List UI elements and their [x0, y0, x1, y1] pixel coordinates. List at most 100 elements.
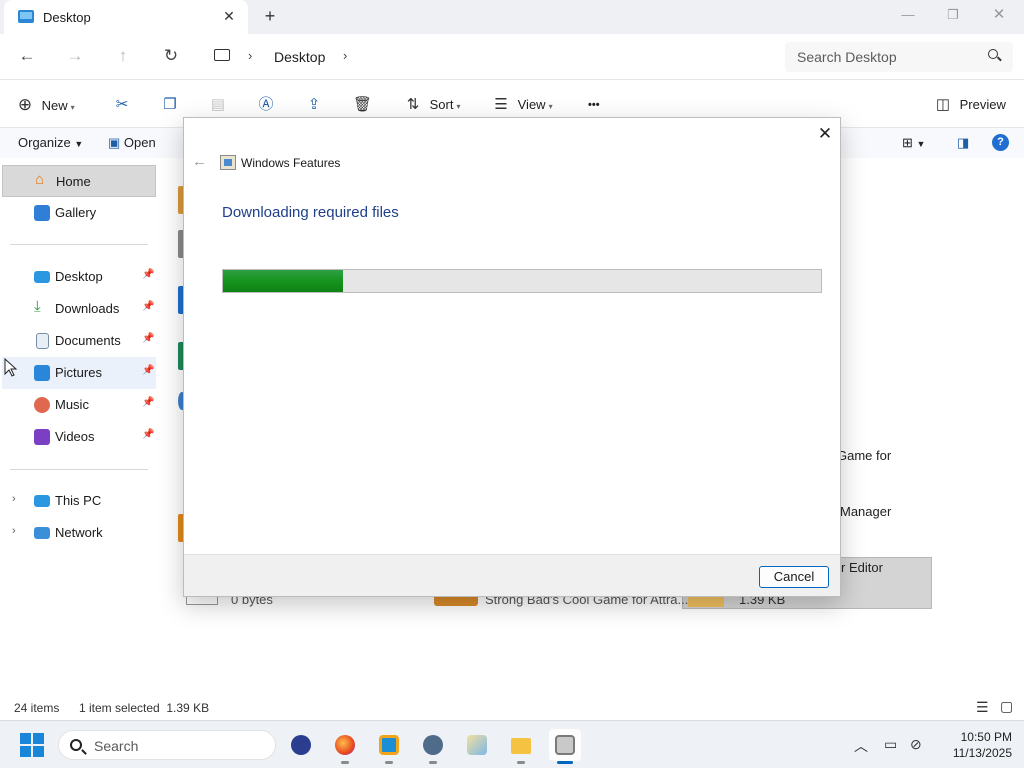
taskbar-app-remote-desktop[interactable] [373, 729, 405, 764]
music-icon [34, 397, 50, 413]
tab-close-icon[interactable]: ✕ [218, 5, 240, 27]
up-icon[interactable]: ↑ [109, 43, 137, 69]
open-label: Open [123, 135, 156, 150]
close-window-icon[interactable]: ✕ [976, 0, 1022, 30]
scissors-icon: ✂ [115, 96, 129, 113]
preview-button[interactable]: ◫ Preview [934, 94, 1006, 116]
view-button[interactable]: ☰ View ▾ [492, 94, 552, 116]
back-arrow-icon[interactable]: ← [192, 153, 207, 170]
chevron-up-icon[interactable]: ︿ [854, 736, 868, 756]
sidebar-item-label: Gallery [55, 205, 97, 220]
chevron-right-icon[interactable]: › [12, 525, 16, 537]
sidebar-item-gallery[interactable]: Gallery [2, 197, 156, 229]
pin-icon: 📌 [142, 269, 155, 280]
restore-icon[interactable]: ❐ [930, 0, 976, 30]
taskbar-app-globe[interactable] [285, 729, 317, 761]
start-button[interactable] [20, 733, 44, 757]
sidebar-item-label: Music [55, 397, 89, 412]
file-name-fragment[interactable]: Game for [837, 448, 891, 463]
new-button[interactable]: ⊕ New ▾ [16, 94, 75, 116]
system-clock[interactable]: 10:50 PM 11/13/2025 [938, 729, 1012, 761]
taskbar-app-paint[interactable] [461, 729, 493, 761]
tiles-view-icon[interactable]: ▢ [1000, 698, 1013, 715]
sidebar-item-home[interactable]: ⌂ Home [2, 165, 156, 197]
sidebar-item-label: Desktop [55, 269, 103, 284]
pin-icon: 📌 [142, 365, 155, 376]
dialog-close-icon[interactable]: ✕ [814, 123, 836, 145]
organize-label: Organize [18, 135, 71, 150]
share-button[interactable]: ⇪ [305, 94, 323, 116]
tab-desktop[interactable]: Desktop ✕ [4, 0, 248, 34]
paste-button[interactable]: ▤ [209, 94, 227, 116]
back-icon[interactable]: ← [13, 43, 41, 69]
details-pane-icon[interactable]: ◨ [957, 135, 969, 151]
display-icon[interactable]: ▭ [884, 736, 897, 753]
taskbar-search-box[interactable]: Search [58, 730, 276, 760]
sidebar-item-documents[interactable]: Documents 📌 [2, 325, 156, 357]
taskbar-app-file-explorer[interactable] [505, 729, 537, 764]
open-button[interactable]: ▣ Open [108, 135, 156, 151]
organize-button[interactable]: Organize ▼ [18, 135, 83, 150]
running-indicator [517, 761, 525, 764]
new-label: New [41, 98, 68, 113]
sidebar-item-network[interactable]: › Network [2, 517, 156, 549]
chevron-right-icon[interactable]: › [12, 493, 16, 505]
sidebar-item-videos[interactable]: Videos 📌 [2, 421, 156, 453]
help-icon[interactable]: ? [992, 134, 1009, 151]
cancel-button[interactable]: Cancel [759, 566, 829, 588]
network-status-icon[interactable]: ⊘ [910, 736, 922, 753]
sidebar-item-music[interactable]: Music 📌 [2, 389, 156, 421]
delete-button[interactable]: 🗑 [353, 94, 372, 116]
new-tab-icon[interactable]: + [258, 5, 282, 27]
more-options-button[interactable]: ••• [588, 94, 600, 116]
taskbar-search-placeholder: Search [94, 738, 139, 754]
search-input[interactable]: Search Desktop [785, 42, 1013, 72]
navigation-pane: ⌂ Home Gallery Desktop 📌 ⤓ Downloads 📌 D… [0, 158, 160, 688]
sidebar-item-label: Pictures [55, 365, 102, 380]
share-icon: ⇪ [307, 96, 321, 113]
refresh-icon[interactable]: ↻ [157, 43, 185, 69]
sidebar-divider [10, 244, 148, 245]
sidebar-item-downloads[interactable]: ⤓ Downloads 📌 [2, 293, 156, 325]
paste-icon: ▤ [210, 96, 226, 113]
paint-icon [467, 735, 487, 755]
file-name-fragment[interactable]: Manager [840, 504, 891, 519]
details-view-icon[interactable]: ☰ [976, 699, 989, 716]
sidebar-item-this-pc[interactable]: › This PC [2, 485, 156, 517]
cut-button[interactable]: ✂ [113, 94, 131, 116]
dialog-title: Windows Features [241, 156, 341, 170]
chevron-right-icon[interactable]: › [248, 48, 252, 63]
file-name-fragment[interactable]: r Editor [841, 560, 883, 575]
sidebar-divider [10, 469, 148, 470]
layout-icon[interactable]: ⊞ ▼ [902, 135, 925, 151]
address-bar[interactable]: › Desktop › [203, 42, 775, 72]
taskbar-app-firefox[interactable] [329, 729, 361, 764]
active-indicator [557, 761, 573, 764]
firefox-icon [335, 735, 355, 755]
copy-button[interactable]: ❐ [161, 94, 179, 116]
plus-circle-icon: ⊕ [17, 95, 33, 114]
copy-icon: ❐ [163, 96, 177, 113]
breadcrumb-desktop[interactable]: Desktop [274, 49, 325, 65]
sidebar-item-label: Downloads [55, 301, 120, 316]
sidebar-item-desktop[interactable]: Desktop 📌 [2, 261, 156, 293]
minimize-icon[interactable]: ― [885, 0, 931, 30]
chevron-right-icon[interactable]: › [343, 48, 347, 63]
taskbar-app-windows-features[interactable] [549, 729, 581, 764]
taskbar-app-settings[interactable] [417, 729, 449, 764]
view-label: View [517, 97, 546, 112]
gear-icon [423, 735, 443, 755]
mouse-pointer-icon [4, 358, 18, 377]
taskbar: Search ︿ ▭ ⊘ 10:50 PM 11/13/2025 [0, 720, 1024, 768]
network-icon [34, 527, 50, 539]
rename-button[interactable]: Ⓐ [257, 94, 275, 116]
home-icon: ⌂ [35, 171, 45, 188]
preview-pane-icon: ◫ [935, 96, 951, 113]
sidebar-item-pictures[interactable]: Pictures 📌 [2, 357, 156, 389]
sort-label: Sort [429, 97, 454, 112]
pin-icon: 📌 [142, 333, 155, 344]
forward-icon[interactable]: → [61, 43, 89, 69]
sidebar-item-label: Videos [55, 429, 95, 444]
search-placeholder: Search Desktop [797, 49, 897, 65]
sort-button[interactable]: ⇅ Sort ▾ [404, 94, 461, 116]
